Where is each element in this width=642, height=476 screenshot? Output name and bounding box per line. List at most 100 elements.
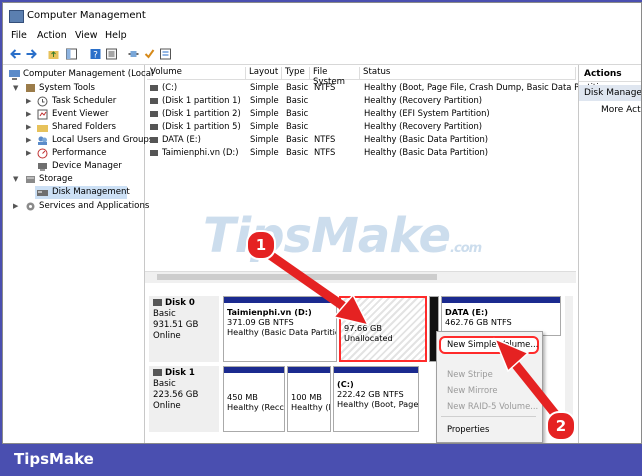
disk0-label[interactable]: Disk 0 Basic 931.51 GB Online	[149, 296, 219, 362]
tree-task-scheduler[interactable]: Task Scheduler	[52, 96, 116, 106]
table-row[interactable]: Taimienphi.vn (D:) Simple Basic NTFS Hea…	[145, 147, 576, 159]
col-layout[interactable]: Layout	[246, 67, 282, 80]
cell-status: Healthy (EFI System Partition)	[364, 108, 490, 118]
toolbar: ?	[3, 44, 641, 65]
cell-file-system: NTFS	[314, 134, 336, 144]
table-row[interactable]: DATA (E:) Simple Basic NTFS Healthy (Bas…	[145, 134, 576, 146]
tree-event-viewer[interactable]: Event Viewer	[52, 109, 109, 119]
menu-action[interactable]: Action	[37, 30, 67, 41]
cell-type: Basic	[286, 147, 309, 157]
cell-layout: Simple	[250, 82, 279, 92]
cell-status: Healthy (Recovery Partition)	[364, 121, 483, 131]
device-manager-icon	[38, 163, 47, 171]
performance-icon	[37, 148, 48, 159]
menu-view[interactable]: View	[75, 30, 98, 41]
computer-icon	[9, 70, 20, 80]
col-type[interactable]: Type	[282, 67, 310, 80]
table-row[interactable]: (Disk 1 partition 5) Simple Basic Health…	[145, 121, 576, 133]
storage-icon	[26, 176, 35, 183]
actions-more[interactable]: More Act	[601, 105, 641, 115]
up-folder-icon[interactable]	[47, 48, 60, 60]
volume-icon	[150, 111, 158, 117]
actions-disk-management[interactable]: Disk Manager	[579, 85, 641, 101]
footer-bar: TipsMake	[0, 444, 642, 476]
tree-storage[interactable]: Storage	[39, 174, 73, 184]
expanded-arrow-icon[interactable]: ▼	[13, 175, 18, 183]
properties-icon[interactable]	[105, 48, 118, 60]
help-icon[interactable]: ?	[89, 48, 102, 60]
volume-icon	[150, 150, 158, 156]
tree-system-tools[interactable]: System Tools	[39, 83, 95, 93]
forward-arrow-icon[interactable]	[25, 48, 38, 60]
footer-brand: TipsMake	[14, 450, 94, 468]
collapsed-arrow-icon[interactable]: ▶	[26, 123, 31, 131]
connect-icon[interactable]	[127, 48, 140, 60]
table-row[interactable]: (Disk 1 partition 2) Simple Basic Health…	[145, 108, 576, 120]
collapsed-arrow-icon[interactable]: ▶	[26, 149, 31, 157]
disk1-state: Online	[153, 401, 181, 411]
collapsed-arrow-icon[interactable]: ▶	[26, 97, 31, 105]
event-viewer-icon	[37, 109, 48, 120]
col-file-system[interactable]: File System	[310, 67, 360, 87]
menu-bar: File Action View Help	[3, 29, 641, 43]
cell-volume: (Disk 1 partition 1)	[162, 95, 241, 105]
services-icon	[26, 202, 35, 211]
tree-disk-management[interactable]: Disk Management	[52, 187, 130, 197]
cell-layout: Simple	[250, 95, 279, 105]
cell-layout: Simple	[250, 108, 279, 118]
cell-layout: Simple	[250, 121, 279, 131]
collapsed-arrow-icon[interactable]: ▶	[26, 136, 31, 144]
show-hide-tree-icon[interactable]	[65, 48, 78, 60]
col-status[interactable]: Status	[360, 67, 576, 80]
computer-management-icon	[9, 10, 24, 23]
volume-icon	[150, 124, 158, 130]
disk1-size: 223.56 GB	[153, 390, 199, 400]
list-view-icon[interactable]	[159, 48, 172, 60]
disk-icon	[153, 299, 162, 306]
tree-local-users-groups[interactable]: Local Users and Groups	[52, 135, 153, 145]
check-icon[interactable]	[143, 48, 156, 60]
volume-icon	[150, 98, 158, 104]
col-volume[interactable]: Volume	[147, 67, 246, 80]
table-row[interactable]: (Disk 1 partition 1) Simple Basic Health…	[145, 95, 576, 107]
cell-type: Basic	[286, 95, 309, 105]
disk0-name: Disk 0	[165, 298, 195, 308]
tree-shared-folders[interactable]: Shared Folders	[52, 122, 116, 132]
disk0-state: Online	[153, 331, 181, 341]
collapsed-arrow-icon[interactable]: ▶	[13, 202, 18, 210]
disk0-size: 931.51 GB	[153, 320, 199, 330]
window-title: Computer Management	[27, 10, 146, 21]
disk-management-icon	[37, 190, 48, 196]
cell-volume: (C:)	[162, 82, 178, 92]
cell-status: Healthy (Basic Data Partition)	[364, 147, 489, 157]
tree-performance[interactable]: Performance	[52, 148, 106, 158]
title-bar: Computer Management	[3, 3, 641, 29]
arrow-1-shaft	[265, 250, 358, 318]
cell-type: Basic	[286, 121, 309, 131]
table-row[interactable]: (C:) Simple Basic NTFS Healthy (Boot, Pa…	[145, 82, 609, 94]
menu-help[interactable]: Help	[105, 30, 127, 41]
back-arrow-icon[interactable]	[9, 48, 22, 60]
tree-device-manager[interactable]: Device Manager	[52, 161, 122, 171]
navigation-tree: Computer Management (Local ▼ System Tool…	[3, 65, 153, 443]
tree-services-applications[interactable]: Services and Applications	[39, 201, 149, 211]
step-badge-1: 1	[246, 230, 276, 260]
users-icon	[38, 136, 47, 145]
tree-root[interactable]: Computer Management (Local	[23, 69, 153, 79]
tools-icon	[26, 84, 35, 92]
svg-text:?: ?	[93, 51, 98, 61]
cell-volume: (Disk 1 partition 2)	[162, 108, 241, 118]
disk1-label[interactable]: Disk 1 Basic 223.56 GB Online	[149, 366, 219, 432]
disk-icon	[153, 369, 162, 376]
computer-management-window: Computer Management File Action View Hel…	[2, 2, 642, 444]
cell-file-system: NTFS	[314, 147, 336, 157]
volume-icon	[150, 137, 158, 143]
menu-file[interactable]: File	[11, 30, 27, 41]
cell-status: Healthy (Recovery Partition)	[364, 95, 483, 105]
annotation-arrows	[265, 250, 561, 420]
collapsed-arrow-icon[interactable]: ▶	[26, 110, 31, 118]
cell-status: Healthy (Boot, Page File, Crash Dump, Ba…	[364, 82, 609, 92]
disk1-type: Basic	[153, 379, 176, 389]
expanded-arrow-icon[interactable]: ▼	[13, 84, 18, 92]
actions-pane: Actions Disk Manager More Act	[578, 65, 641, 443]
